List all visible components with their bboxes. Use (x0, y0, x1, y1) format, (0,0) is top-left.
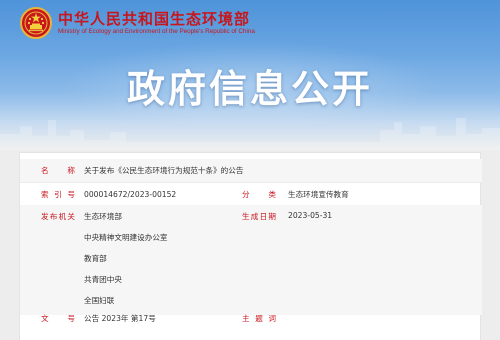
index-label: 索引号 (41, 190, 75, 199)
national-emblem-icon (20, 7, 52, 39)
publisher-2: 中央精神文明建设办公室 (84, 233, 168, 242)
row-publisher: 发布机关 生态环境部 中央精神文明建设办公室 教育部 共青团中央 全国妇联 生成… (20, 205, 482, 315)
publisher-label: 发布机关 (41, 212, 75, 221)
doc-no-value: 公告 2023年 第17号 (84, 313, 156, 323)
row-doc-number: 文 号 公告 2023年 第17号 主题词 (20, 306, 482, 330)
info-table: 名 称 关于发布《公民生态环境行为规范十条》的公告 索引号 000014672/… (19, 152, 482, 340)
subject-label: 主题词 (242, 313, 276, 323)
index-value: 000014672/2023-00152 (84, 190, 177, 199)
org-name-cn: 中华人民共和国生态环境部 (58, 10, 251, 28)
publisher-4: 共青团中央 (84, 275, 122, 284)
date-label: 生成日期 (242, 212, 276, 221)
publisher-3: 教育部 (84, 254, 107, 263)
publisher-5: 全国妇联 (84, 296, 115, 305)
name-label: 名 称 (41, 166, 75, 175)
category-label: 分 类 (242, 190, 276, 199)
site-logo[interactable]: 中华人民共和国生态环境部 Ministry of Ecology and Env… (20, 5, 255, 41)
name-value: 关于发布《公民生态环境行为规范十条》的公告 (84, 166, 244, 175)
row-name: 名 称 关于发布《公民生态环境行为规范十条》的公告 (20, 159, 482, 183)
page-title: 政府信息公开 (126, 67, 373, 111)
header-banner: 中华人民共和国生态环境部 Ministry of Ecology and Env… (0, 0, 500, 150)
category-value: 生态环境宣传教育 (288, 190, 349, 199)
org-name-en: Ministry of Ecology and Environment of t… (58, 28, 255, 35)
doc-no-label: 文 号 (41, 313, 75, 323)
date-value: 2023-05-31 (288, 211, 333, 220)
publisher-1: 生态环境部 (84, 212, 122, 221)
row-index: 索引号 000014672/2023-00152 分 类 生态环境宣传教育 (20, 183, 482, 207)
